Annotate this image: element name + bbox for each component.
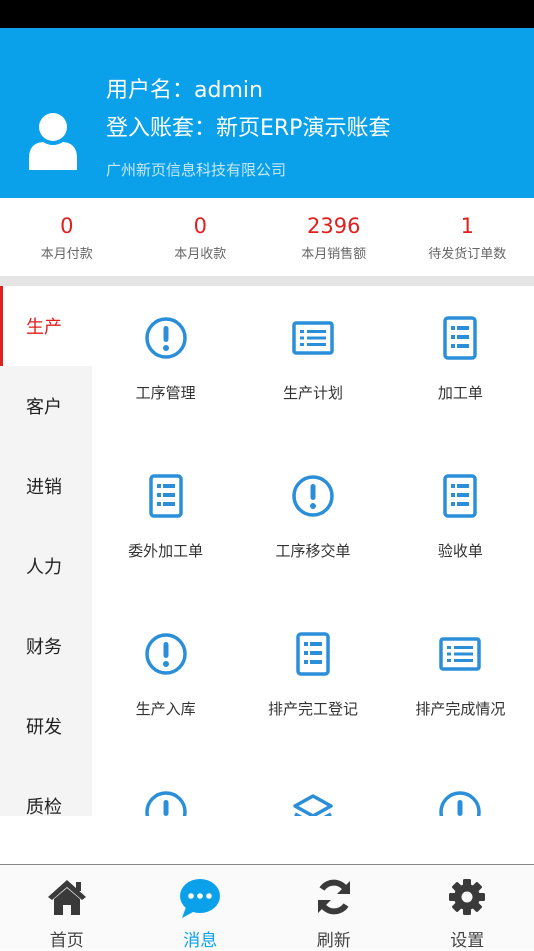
- stat-value: 2396: [267, 214, 401, 238]
- list-icon: [291, 316, 335, 360]
- refresh-icon: [314, 877, 354, 917]
- profile-header: 用户名：admin 登入账套：新页ERP演示账套 广州新页信息科技有限公司: [0, 28, 534, 198]
- grid-item-label: 生产入库: [92, 698, 239, 719]
- category-sidebar: 生产 客户 进销 人力 财务 研发 质检: [0, 286, 92, 816]
- function-grid: 工序管理 生产计划 加工单 委外加工单 工序移交单 验收单 生产入库: [92, 286, 534, 816]
- exclamation-circle-icon: [144, 632, 188, 676]
- grid-item-outsourcing-order[interactable]: 委外加工单: [92, 444, 239, 602]
- tab-home[interactable]: 首页: [0, 865, 134, 950]
- grid-item-label: 排产完成情况: [387, 698, 534, 719]
- document-icon: [144, 474, 188, 518]
- sidebar-item-sales-purchase[interactable]: 进销: [0, 446, 92, 526]
- sidebar-item-rnd[interactable]: 研发: [0, 686, 92, 766]
- stat-pending-orders[interactable]: 1 待发货订单数: [401, 198, 534, 276]
- grid-item-process-transfer[interactable]: 工序移交单: [239, 444, 386, 602]
- company-name: 广州新页信息科技有限公司: [106, 159, 286, 180]
- grid-item-work-order[interactable]: 加工单: [387, 286, 534, 444]
- grid-item-label: 验收单: [387, 540, 534, 561]
- exclamation-circle-icon: [144, 790, 188, 816]
- tab-label: 首页: [0, 926, 134, 951]
- grid-item-label: 加工单: [387, 382, 534, 403]
- stat-label: 本月付款: [0, 243, 134, 262]
- grid-item-label: 排产完工登记: [239, 698, 386, 719]
- grid-item-label: 委外加工单: [92, 540, 239, 561]
- grid-item-label: 生产计划: [239, 382, 386, 403]
- account-set-text: 登入账套：新页ERP演示账套: [106, 110, 390, 142]
- tab-label: 刷新: [267, 926, 401, 951]
- tab-settings[interactable]: 设置: [401, 865, 534, 950]
- list-icon: [438, 632, 482, 676]
- grid-item-acceptance-order[interactable]: 验收单: [387, 444, 534, 602]
- document-icon: [291, 632, 335, 676]
- stat-value: 0: [134, 214, 268, 238]
- exclamation-circle-icon: [438, 790, 482, 816]
- stat-monthly-sales[interactable]: 2396 本月销售额: [267, 198, 401, 276]
- tab-messages[interactable]: 消息: [134, 865, 268, 950]
- document-icon: [438, 316, 482, 360]
- sidebar-item-hr[interactable]: 人力: [0, 526, 92, 606]
- stat-label: 本月销售额: [267, 243, 401, 262]
- stat-value: 1: [401, 214, 534, 238]
- tab-label: 设置: [401, 926, 534, 951]
- username-text: 用户名：admin: [106, 72, 263, 104]
- stat-value: 0: [0, 214, 134, 238]
- stat-label: 本月收款: [134, 243, 268, 262]
- document-icon: [438, 474, 482, 518]
- stat-label: 待发货订单数: [401, 243, 534, 262]
- sidebar-item-quality[interactable]: 质检: [0, 766, 92, 816]
- section-divider: [0, 276, 534, 286]
- grid-item-production-plan[interactable]: 生产计划: [239, 286, 386, 444]
- grid-item-partial-2[interactable]: [239, 760, 386, 816]
- grid-item-process-management[interactable]: 工序管理: [92, 286, 239, 444]
- grid-item-schedule-completion-status[interactable]: 排产完成情况: [387, 602, 534, 760]
- status-bar: [0, 0, 534, 28]
- grid-item-production-warehousing[interactable]: 生产入库: [92, 602, 239, 760]
- gear-icon: [447, 877, 487, 917]
- grid-item-partial-3[interactable]: [387, 760, 534, 816]
- stats-bar: 0 本月付款 0 本月收款 2396 本月销售额 1 待发货订单数: [0, 198, 534, 276]
- tab-label: 消息: [134, 926, 268, 951]
- sidebar-item-finance[interactable]: 财务: [0, 606, 92, 686]
- bottom-tab-bar: 首页 消息 刷新 设置: [0, 864, 534, 950]
- sidebar-item-customer[interactable]: 客户: [0, 366, 92, 446]
- grid-item-schedule-completion-register[interactable]: 排产完工登记: [239, 602, 386, 760]
- tab-refresh[interactable]: 刷新: [267, 865, 401, 950]
- avatar-icon[interactable]: [27, 112, 79, 170]
- layers-icon: [291, 790, 335, 816]
- exclamation-circle-icon: [144, 316, 188, 360]
- grid-item-partial-1[interactable]: [92, 760, 239, 816]
- grid-item-label: 工序移交单: [239, 540, 386, 561]
- stat-monthly-payment[interactable]: 0 本月付款: [0, 198, 134, 276]
- sidebar-item-production[interactable]: 生产: [0, 286, 92, 366]
- chat-bubble-icon: [178, 877, 222, 919]
- stat-monthly-receipt[interactable]: 0 本月收款: [134, 198, 268, 276]
- exclamation-circle-icon: [291, 474, 335, 518]
- grid-item-label: 工序管理: [92, 382, 239, 403]
- home-icon: [45, 877, 89, 917]
